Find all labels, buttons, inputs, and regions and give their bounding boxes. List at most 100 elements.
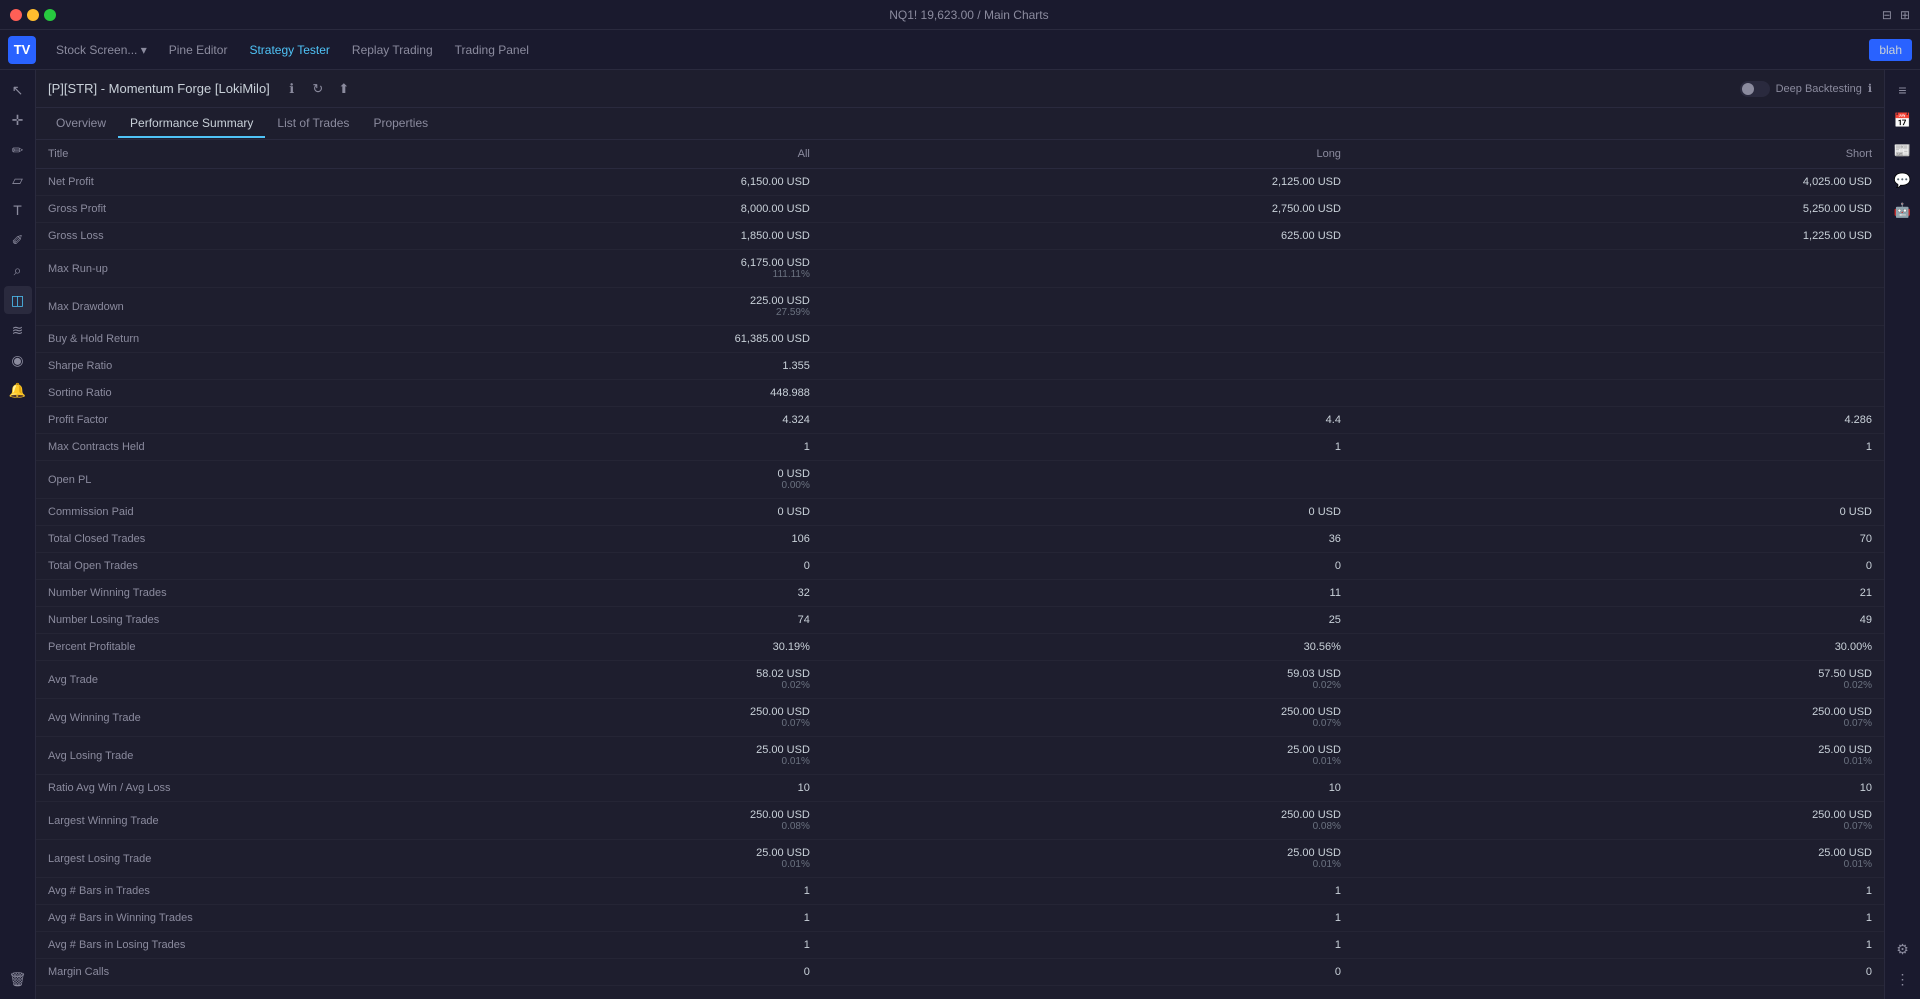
deep-backtesting-info-icon[interactable]: ℹ xyxy=(1868,82,1872,95)
pencil-icon[interactable]: ✏ xyxy=(4,136,32,164)
cell-all: 74 xyxy=(256,607,822,634)
table-row: Avg # Bars in Trades111 xyxy=(36,878,1884,905)
cell-title: Net Profit xyxy=(36,169,256,196)
refresh-icon[interactable]: ↻ xyxy=(308,79,328,99)
top-nav: TV Stock Screen... ▾ Pine Editor Strateg… xyxy=(0,30,1920,70)
table-row: Gross Loss1,850.00 USD625.00 USD1,225.00… xyxy=(36,223,1884,250)
cell-short: 1,225.00 USD xyxy=(1353,223,1884,250)
cell-short: 1 xyxy=(1353,905,1884,932)
more-icon[interactable]: ⋮ xyxy=(1889,965,1917,993)
tab-performance-summary[interactable]: Performance Summary xyxy=(118,110,265,138)
draw-icon[interactable]: ✐ xyxy=(4,226,32,254)
cell-title: Gross Profit xyxy=(36,196,256,223)
header-icons: ℹ ↻ ⬆ xyxy=(282,79,354,99)
news-icon[interactable]: 📰 xyxy=(1889,136,1917,164)
window-control-icon2[interactable]: ⊞ xyxy=(1900,8,1910,22)
cell-title: Sharpe Ratio xyxy=(36,353,256,380)
col-header-all: All xyxy=(256,140,822,169)
tab-list-of-trades[interactable]: List of Trades xyxy=(265,110,361,138)
cell-all: 61,385.00 USD xyxy=(256,326,822,353)
tab-bar: Overview Performance Summary List of Tra… xyxy=(36,108,1884,140)
title-controls: ⊟ ⊞ xyxy=(1882,8,1910,22)
trash-icon[interactable]: 🗑 xyxy=(4,965,32,993)
cell-short: 25.00 USD0.01% xyxy=(1353,840,1884,878)
user-button[interactable]: blah xyxy=(1869,39,1912,61)
bot-icon[interactable]: 🤖 xyxy=(1889,196,1917,224)
cell-long: 30.56% xyxy=(822,634,1353,661)
table-row: Margin Calls000 xyxy=(36,959,1884,986)
crosshair-icon[interactable]: ✛ xyxy=(4,106,32,134)
traffic-lights xyxy=(10,9,56,21)
cell-all: 30.19% xyxy=(256,634,822,661)
cell-long: 250.00 USD0.07% xyxy=(822,699,1353,737)
cell-title: Gross Loss xyxy=(36,223,256,250)
cell-title: Ratio Avg Win / Avg Loss xyxy=(36,775,256,802)
performance-table-container[interactable]: Title All Long Short Net Profit6,150.00 … xyxy=(36,140,1884,999)
nav-trading-panel[interactable]: Trading Panel xyxy=(445,39,539,61)
indicator-icon[interactable]: ≋ xyxy=(4,316,32,344)
cell-short: 70 xyxy=(1353,526,1884,553)
nav-strategy-tester[interactable]: Strategy Tester xyxy=(239,39,339,61)
cell-short: 1 xyxy=(1353,434,1884,461)
cell-all: 1 xyxy=(256,932,822,959)
cell-all: 4.324 xyxy=(256,407,822,434)
cell-short: 4.286 xyxy=(1353,407,1884,434)
chat-icon[interactable]: 💬 xyxy=(1889,166,1917,194)
table-row: Commission Paid0 USD0 USD0 USD xyxy=(36,499,1884,526)
tab-properties[interactable]: Properties xyxy=(361,110,440,138)
cell-short: 0 xyxy=(1353,553,1884,580)
cell-short: 0 USD xyxy=(1353,499,1884,526)
cell-all: 0 USD0.00% xyxy=(256,461,822,499)
table-row: Gross Profit8,000.00 USD2,750.00 USD5,25… xyxy=(36,196,1884,223)
settings-icon[interactable]: ⚙ xyxy=(1889,935,1917,963)
nav-stock-screener[interactable]: Stock Screen... ▾ xyxy=(46,39,157,61)
tab-overview[interactable]: Overview xyxy=(44,110,118,138)
minimize-window-button[interactable] xyxy=(27,9,39,21)
col-header-title: Title xyxy=(36,140,256,169)
nav-pine-editor[interactable]: Pine Editor xyxy=(159,39,238,61)
cell-short: 57.50 USD0.02% xyxy=(1353,661,1884,699)
table-row: Avg Losing Trade25.00 USD0.01%25.00 USD0… xyxy=(36,737,1884,775)
cell-short: 250.00 USD0.07% xyxy=(1353,802,1884,840)
chart-active-icon[interactable]: ◫ xyxy=(4,286,32,314)
window-control-icon[interactable]: ⊟ xyxy=(1882,8,1892,22)
cell-title: Max Contracts Held xyxy=(36,434,256,461)
cell-all: 58.02 USD0.02% xyxy=(256,661,822,699)
close-window-button[interactable] xyxy=(10,9,22,21)
cell-long: 0 USD xyxy=(822,499,1353,526)
search-icon[interactable]: ⌕ xyxy=(4,256,32,284)
maximize-window-button[interactable] xyxy=(44,9,56,21)
alert-icon[interactable]: 🔔 xyxy=(4,376,32,404)
cell-short xyxy=(1353,380,1884,407)
table-row: Avg # Bars in Winning Trades111 xyxy=(36,905,1884,932)
calendar-icon[interactable]: 📅 xyxy=(1889,106,1917,134)
table-row: Sharpe Ratio1.355 xyxy=(36,353,1884,380)
app-logo: TV xyxy=(8,36,36,64)
export-icon[interactable]: ⬆ xyxy=(334,79,354,99)
cursor-icon[interactable]: ↖ xyxy=(4,76,32,104)
eye-icon[interactable]: ◉ xyxy=(4,346,32,374)
cell-all: 0 xyxy=(256,553,822,580)
cell-title: Avg Winning Trade xyxy=(36,699,256,737)
cell-title: Avg Losing Trade xyxy=(36,737,256,775)
cell-long: 1 xyxy=(822,878,1353,905)
content-area: [P][STR] - Momentum Forge [LokiMilo] ℹ ↻… xyxy=(36,70,1884,999)
watchlist-icon[interactable]: ≡ xyxy=(1889,76,1917,104)
shapes-icon[interactable]: ▱ xyxy=(4,166,32,194)
cell-title: Max Drawdown xyxy=(36,288,256,326)
nav-replay-trading[interactable]: Replay Trading xyxy=(342,39,443,61)
text-icon[interactable]: T xyxy=(4,196,32,224)
cell-long xyxy=(822,461,1353,499)
cell-short xyxy=(1353,288,1884,326)
cell-all: 106 xyxy=(256,526,822,553)
cell-long: 25 xyxy=(822,607,1353,634)
cell-long: 11 xyxy=(822,580,1353,607)
cell-title: Percent Profitable xyxy=(36,634,256,661)
cell-long: 1 xyxy=(822,905,1353,932)
cell-all: 25.00 USD0.01% xyxy=(256,840,822,878)
cell-long: 625.00 USD xyxy=(822,223,1353,250)
cell-short: 1 xyxy=(1353,932,1884,959)
info-icon[interactable]: ℹ xyxy=(282,79,302,99)
deep-backtesting-toggle[interactable] xyxy=(1740,81,1770,97)
table-row: Total Closed Trades1063670 xyxy=(36,526,1884,553)
